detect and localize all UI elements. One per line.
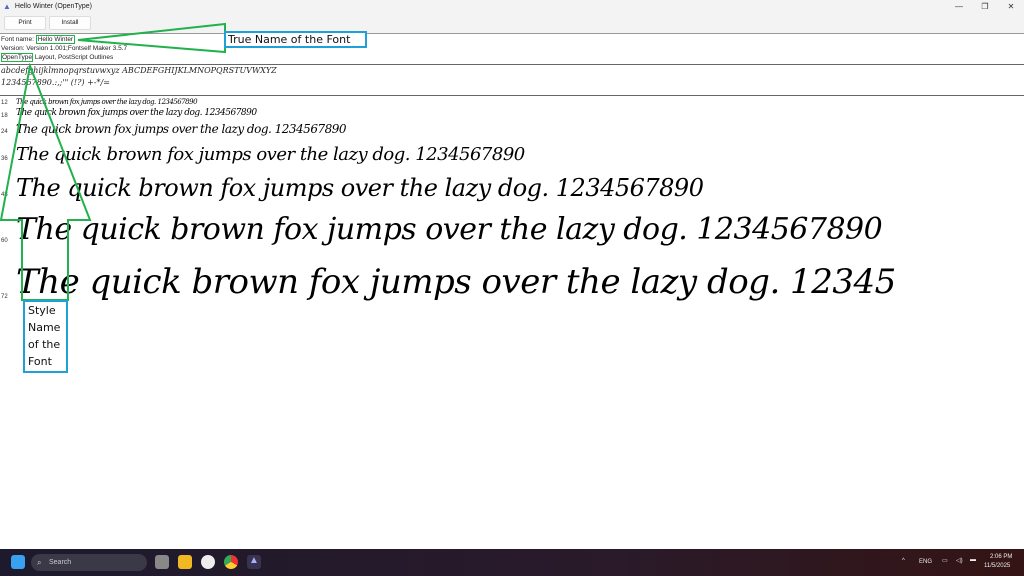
file-explorer-icon[interactable] <box>178 555 192 569</box>
taskbar-search[interactable]: ⌕ Search <box>31 554 147 571</box>
battery-icon[interactable]: ▬ <box>970 557 976 563</box>
style-name-annotation: Style Name of the Font <box>23 300 68 373</box>
slack-icon[interactable] <box>201 555 215 569</box>
volume-icon[interactable]: ◁) <box>956 557 963 564</box>
windows-start-icon[interactable] <box>11 555 25 569</box>
chrome-icon[interactable] <box>224 555 238 569</box>
true-name-annotation: True Name of the Font <box>224 31 367 48</box>
task-view-icon[interactable] <box>155 555 169 569</box>
annotation-arrows <box>0 0 1024 400</box>
arrow-to-font-name <box>78 24 225 52</box>
network-icon[interactable]: ▭ <box>942 557 948 564</box>
clock-time[interactable]: 2:06 PM <box>990 554 1012 560</box>
search-icon: ⌕ <box>37 554 41 571</box>
clock-date[interactable]: 11/5/2025 <box>984 563 1010 569</box>
language-indicator[interactable]: ENG <box>919 559 932 565</box>
tray-chevron-icon[interactable]: ^ <box>902 558 905 564</box>
taskbar: ⌕ Search ▲ ^ ENG ▭ ◁) ▬ 2:06 PM 11/5/2025 <box>0 549 1024 576</box>
arrow-to-style-name <box>1 66 90 300</box>
font-viewer-icon[interactable]: ▲ <box>247 555 261 569</box>
search-label: Search <box>49 559 71 566</box>
